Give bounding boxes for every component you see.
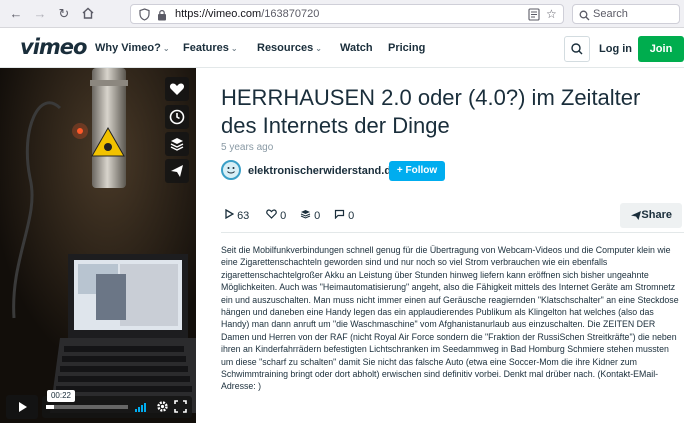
plays-count: 63 bbox=[237, 210, 250, 222]
login-link[interactable]: Log in bbox=[599, 43, 632, 55]
collections-button[interactable] bbox=[165, 132, 189, 156]
heart-icon bbox=[169, 83, 185, 95]
collections-stat[interactable]: 0 bbox=[300, 209, 320, 222]
volume-icon[interactable] bbox=[134, 401, 148, 413]
reload-icon[interactable]: ↻ bbox=[56, 6, 72, 22]
play-count-icon bbox=[225, 208, 235, 220]
likes-stat[interactable]: 0 bbox=[266, 209, 286, 222]
menu-label: Pricing bbox=[388, 42, 426, 54]
menu-features[interactable]: Features ⌄ bbox=[183, 42, 238, 54]
like-video-button[interactable] bbox=[165, 77, 189, 101]
site-header: vimeo Why Vimeo? ⌄ Features ⌄ Resources ⌄ W… bbox=[0, 28, 684, 68]
search-placeholder: Search bbox=[593, 8, 628, 20]
menu-resources[interactable]: Resources ⌄ bbox=[257, 42, 322, 54]
chevron-down-icon: ⌄ bbox=[162, 44, 170, 53]
join-button[interactable]: Join bbox=[638, 36, 684, 62]
home-icon[interactable] bbox=[80, 6, 96, 22]
layers-icon bbox=[300, 210, 311, 219]
menu-pricing[interactable]: Pricing bbox=[388, 42, 425, 54]
comments-stat[interactable]: 0 bbox=[334, 209, 354, 222]
share-label: Share bbox=[641, 209, 672, 221]
menu-label: Features bbox=[183, 42, 229, 54]
url-text[interactable]: https://vimeo.com/163870720 bbox=[175, 8, 319, 20]
progress-track[interactable] bbox=[46, 405, 128, 409]
send-icon bbox=[171, 165, 183, 177]
url-host: https://vimeo.com bbox=[175, 8, 262, 20]
posted-time: 5 years ago bbox=[221, 142, 274, 153]
send-icon bbox=[631, 211, 641, 220]
clock-icon bbox=[169, 109, 185, 125]
bookmark-star-icon[interactable]: ☆ bbox=[546, 7, 557, 21]
smiley-icon bbox=[227, 167, 235, 174]
video-title: HERRHAUSEN 2.0 oder (4.0?) im Zeitalter … bbox=[221, 85, 641, 138]
video-player[interactable] bbox=[0, 68, 196, 423]
url-path: /163870720 bbox=[261, 8, 320, 20]
lock-icon[interactable] bbox=[157, 8, 167, 26]
share-video-button[interactable] bbox=[165, 159, 189, 183]
address-bar[interactable]: https://vimeo.com/163870720 ☆ bbox=[130, 4, 564, 24]
fullscreen-icon[interactable] bbox=[174, 400, 187, 413]
layers-icon bbox=[170, 138, 184, 151]
collections-count: 0 bbox=[314, 210, 321, 222]
plays-stat: 63 bbox=[224, 208, 250, 222]
video-description: Seit die Mobilfunkverbindungen schnell g… bbox=[221, 245, 679, 392]
site-search-button[interactable] bbox=[564, 36, 590, 62]
back-icon[interactable]: ← bbox=[8, 6, 24, 22]
browser-search-box[interactable]: Search bbox=[572, 4, 680, 24]
follow-button[interactable]: + Follow bbox=[389, 161, 445, 181]
play-icon bbox=[19, 402, 27, 412]
comments-count: 0 bbox=[348, 210, 355, 222]
likes-count: 0 bbox=[280, 210, 287, 222]
progress-played bbox=[46, 405, 55, 409]
watch-later-button[interactable] bbox=[165, 105, 189, 129]
play-button[interactable] bbox=[6, 395, 38, 419]
comment-icon bbox=[334, 209, 345, 220]
time-tooltip: 00:22 bbox=[47, 390, 75, 402]
menu-label: Why Vimeo? bbox=[95, 42, 161, 54]
share-button[interactable]: Share bbox=[620, 203, 682, 228]
reader-view-icon[interactable] bbox=[528, 8, 540, 26]
forward-icon[interactable]: → bbox=[32, 6, 48, 22]
search-icon bbox=[571, 43, 583, 55]
menu-watch[interactable]: Watch bbox=[340, 42, 373, 54]
settings-icon[interactable] bbox=[156, 400, 169, 413]
menu-label: Watch bbox=[340, 42, 373, 54]
vimeo-logo[interactable]: vimeo bbox=[20, 35, 87, 59]
menu-why-vimeo[interactable]: Why Vimeo? ⌄ bbox=[95, 42, 170, 54]
chevron-down-icon: ⌄ bbox=[315, 44, 322, 53]
shield-icon[interactable] bbox=[139, 8, 150, 26]
avatar[interactable] bbox=[221, 160, 241, 180]
browser-toolbar: ← → ↻ https://vimeo.com/163870720 ☆ Sear… bbox=[0, 0, 684, 28]
divider bbox=[221, 232, 684, 233]
menu-label: Resources bbox=[257, 42, 314, 54]
author-name[interactable]: elektronischerwiderstand.de bbox=[248, 165, 397, 177]
search-icon bbox=[579, 8, 590, 26]
chevron-down-icon: ⌄ bbox=[230, 44, 238, 53]
heart-icon bbox=[266, 209, 277, 219]
